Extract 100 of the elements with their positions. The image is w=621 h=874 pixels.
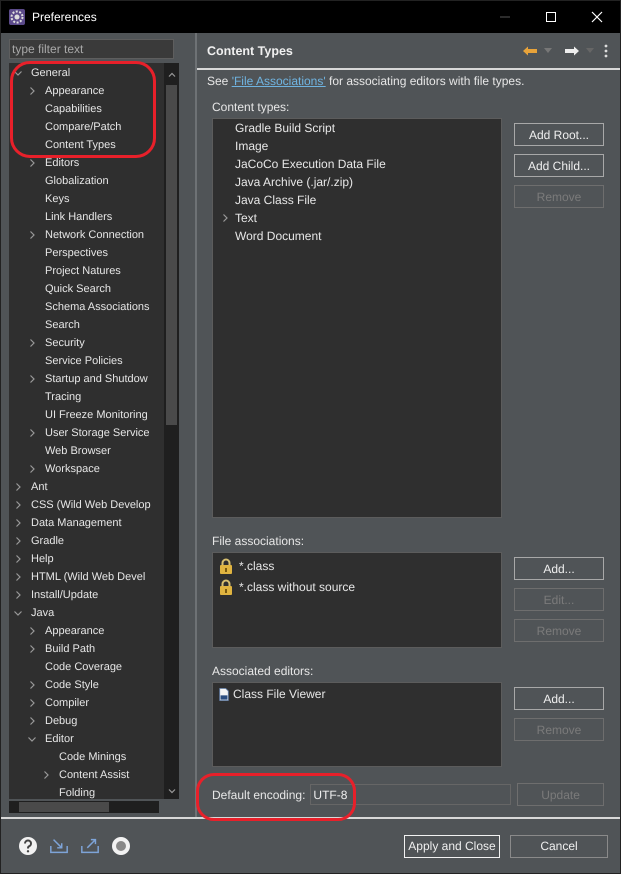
- tree-item[interactable]: Workspace: [45, 463, 100, 475]
- collapsed-caret-icon[interactable]: [28, 375, 36, 383]
- expanded-caret-icon[interactable]: [14, 69, 22, 77]
- collapsed-caret-icon[interactable]: [14, 537, 22, 545]
- tree-item[interactable]: Code Style: [45, 679, 99, 691]
- collapsed-caret-icon[interactable]: [14, 501, 22, 509]
- scroll-up-icon[interactable]: [168, 71, 176, 79]
- tree-item[interactable]: Security: [45, 337, 85, 349]
- collapsed-caret-icon[interactable]: [14, 519, 22, 527]
- expanded-caret-icon[interactable]: [28, 735, 36, 743]
- dialog-button[interactable]: Apply and Close: [404, 834, 500, 858]
- collapsed-caret-icon[interactable]: [42, 771, 50, 779]
- action-button[interactable]: Add...: [514, 687, 604, 710]
- tree-item[interactable]: Compare/Patch: [45, 121, 122, 133]
- tree-item[interactable]: Content Assist: [59, 769, 130, 781]
- tree-item[interactable]: Folding: [59, 787, 96, 799]
- collapsed-caret-icon[interactable]: [28, 465, 36, 473]
- tree-item[interactable]: Network Connection: [45, 229, 144, 241]
- tree-item[interactable]: Data Management: [31, 517, 122, 529]
- maximize-icon[interactable]: [545, 11, 557, 23]
- collapsed-caret-icon[interactable]: [14, 573, 22, 581]
- record-icon[interactable]: [111, 836, 131, 856]
- back-arrow-icon[interactable]: [522, 44, 538, 56]
- tree-item[interactable]: Help: [31, 553, 54, 565]
- list-item[interactable]: Class File Viewer: [233, 687, 326, 701]
- collapsed-caret-icon[interactable]: [28, 645, 36, 653]
- list-item[interactable]: Word Document: [235, 229, 322, 243]
- menu-icon[interactable]: [604, 44, 608, 58]
- collapsed-caret-icon[interactable]: [28, 717, 36, 725]
- list-item[interactable]: Text: [235, 211, 258, 225]
- collapsed-caret-icon[interactable]: [14, 591, 22, 599]
- tree-item[interactable]: Perspectives: [45, 247, 108, 259]
- tree-item[interactable]: Ant: [31, 481, 48, 493]
- tree-item[interactable]: Globalization: [45, 175, 109, 187]
- list-item[interactable]: Java Archive (.jar/.zip): [235, 175, 354, 189]
- help-icon[interactable]: [18, 836, 38, 856]
- tree-item[interactable]: User Storage Service: [45, 427, 150, 439]
- section-label: Content types:: [212, 100, 290, 114]
- tree-item[interactable]: Startup and Shutdow: [45, 373, 148, 385]
- collapsed-caret-icon[interactable]: [28, 87, 36, 95]
- list-item[interactable]: JaCoCo Execution Data File: [235, 157, 386, 171]
- tree-item[interactable]: HTML (Wild Web Devel: [31, 571, 146, 583]
- tree-item[interactable]: Keys: [45, 193, 70, 205]
- content-types-list[interactable]: Gradle Build Script Image JaCoCo Execution Data File Java Archive (.jar/.zip) Java Class File Text Word Document: [212, 118, 502, 518]
- collapsed-caret-icon[interactable]: [28, 231, 36, 239]
- forward-arrow-icon[interactable]: [564, 44, 580, 56]
- collapsed-caret-icon[interactable]: [221, 214, 229, 222]
- tree-item[interactable]: Gradle: [31, 535, 64, 547]
- action-button[interactable]: Add Root...: [514, 123, 604, 146]
- tree-item[interactable]: Schema Associations: [45, 301, 150, 313]
- dialog-button[interactable]: Cancel: [510, 834, 608, 858]
- tree-item[interactable]: Appearance: [45, 85, 104, 97]
- scroll-down-icon[interactable]: [168, 787, 176, 795]
- close-icon[interactable]: [591, 11, 603, 23]
- list-item[interactable]: Gradle Build Script: [235, 121, 336, 135]
- filter-field[interactable]: type filter text: [9, 39, 174, 59]
- tree-item[interactable]: Compiler: [45, 697, 90, 709]
- export-icon[interactable]: [80, 836, 100, 856]
- action-button[interactable]: Add Child...: [514, 154, 604, 177]
- lock-icon: [219, 558, 233, 574]
- tree-item[interactable]: UI Freeze Monitoring: [45, 409, 148, 421]
- tree-item[interactable]: Code Coverage: [45, 661, 122, 673]
- collapsed-caret-icon[interactable]: [28, 429, 36, 437]
- collapsed-caret-icon[interactable]: [28, 627, 36, 635]
- tree-item[interactable]: Content Types: [45, 139, 116, 151]
- tree-item[interactable]: Web Browser: [45, 445, 111, 457]
- horizontal-scrollbar[interactable]: [9, 801, 159, 813]
- tree-item[interactable]: Capabilities: [45, 103, 102, 115]
- tree-item[interactable]: Install/Update: [31, 589, 98, 601]
- tree-item[interactable]: Project Natures: [45, 265, 121, 277]
- list-item[interactable]: *.class without source: [239, 580, 356, 594]
- tree-item[interactable]: Service Policies: [45, 355, 123, 367]
- collapsed-caret-icon[interactable]: [28, 159, 36, 167]
- collapsed-caret-icon[interactable]: [28, 681, 36, 689]
- tree-item[interactable]: Appearance: [45, 625, 104, 637]
- expanded-caret-icon[interactable]: [14, 609, 22, 617]
- collapsed-caret-icon[interactable]: [28, 339, 36, 347]
- tree-item[interactable]: Java: [31, 607, 54, 619]
- list-item[interactable]: Image: [235, 139, 268, 153]
- tree-item[interactable]: Link Handlers: [45, 211, 112, 223]
- tree-item[interactable]: CSS (Wild Web Develop: [31, 499, 151, 511]
- action-button[interactable]: Add...: [514, 557, 604, 580]
- list-item[interactable]: *.class: [239, 558, 274, 572]
- collapsed-caret-icon[interactable]: [28, 699, 36, 707]
- encoding-field[interactable]: UTF-8: [310, 784, 512, 805]
- tree-item[interactable]: General: [31, 67, 70, 79]
- list-item[interactable]: Java Class File: [235, 193, 316, 207]
- tree-item[interactable]: Search: [45, 319, 80, 331]
- file-associations-list[interactable]: *.class *.class without source: [212, 552, 502, 648]
- tree-item[interactable]: Quick Search: [45, 283, 112, 295]
- tree-item[interactable]: Code Minings: [59, 751, 126, 763]
- vertical-scrollbar[interactable]: [164, 63, 179, 799]
- tree-item[interactable]: Debug: [45, 715, 78, 727]
- tree-item[interactable]: Tracing: [45, 391, 82, 403]
- tree-item[interactable]: Editors: [45, 157, 80, 169]
- tree-item[interactable]: Build Path: [45, 643, 96, 655]
- collapsed-caret-icon[interactable]: [14, 483, 22, 491]
- tree-item[interactable]: Editor: [45, 733, 74, 745]
- associated-editors-list[interactable]: Class File Viewer: [212, 682, 502, 767]
- collapsed-caret-icon[interactable]: [14, 555, 22, 563]
